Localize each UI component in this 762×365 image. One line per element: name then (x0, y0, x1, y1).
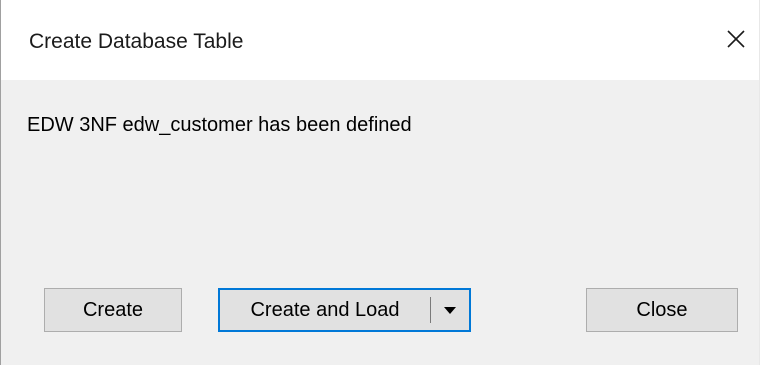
window-close-button[interactable] (713, 16, 759, 62)
create-button[interactable]: Create (44, 288, 182, 332)
create-database-table-dialog: Create Database Table EDW 3NF edw_custom… (0, 0, 760, 365)
dialog-message: EDW 3NF edw_customer has been defined (27, 114, 412, 136)
create-and-load-dropdown-button[interactable] (431, 290, 469, 330)
dialog-title: Create Database Table (29, 30, 244, 53)
create-and-load-label: Create and Load (250, 298, 400, 321)
close-icon (727, 30, 745, 48)
triangle-down-icon (444, 307, 456, 314)
close-button[interactable]: Close (586, 288, 738, 332)
create-and-load-split-button[interactable]: Create and Load (218, 288, 471, 332)
create-and-load-button[interactable]: Create and Load (220, 290, 430, 330)
dialog-titlebar: Create Database Table (1, 0, 759, 80)
